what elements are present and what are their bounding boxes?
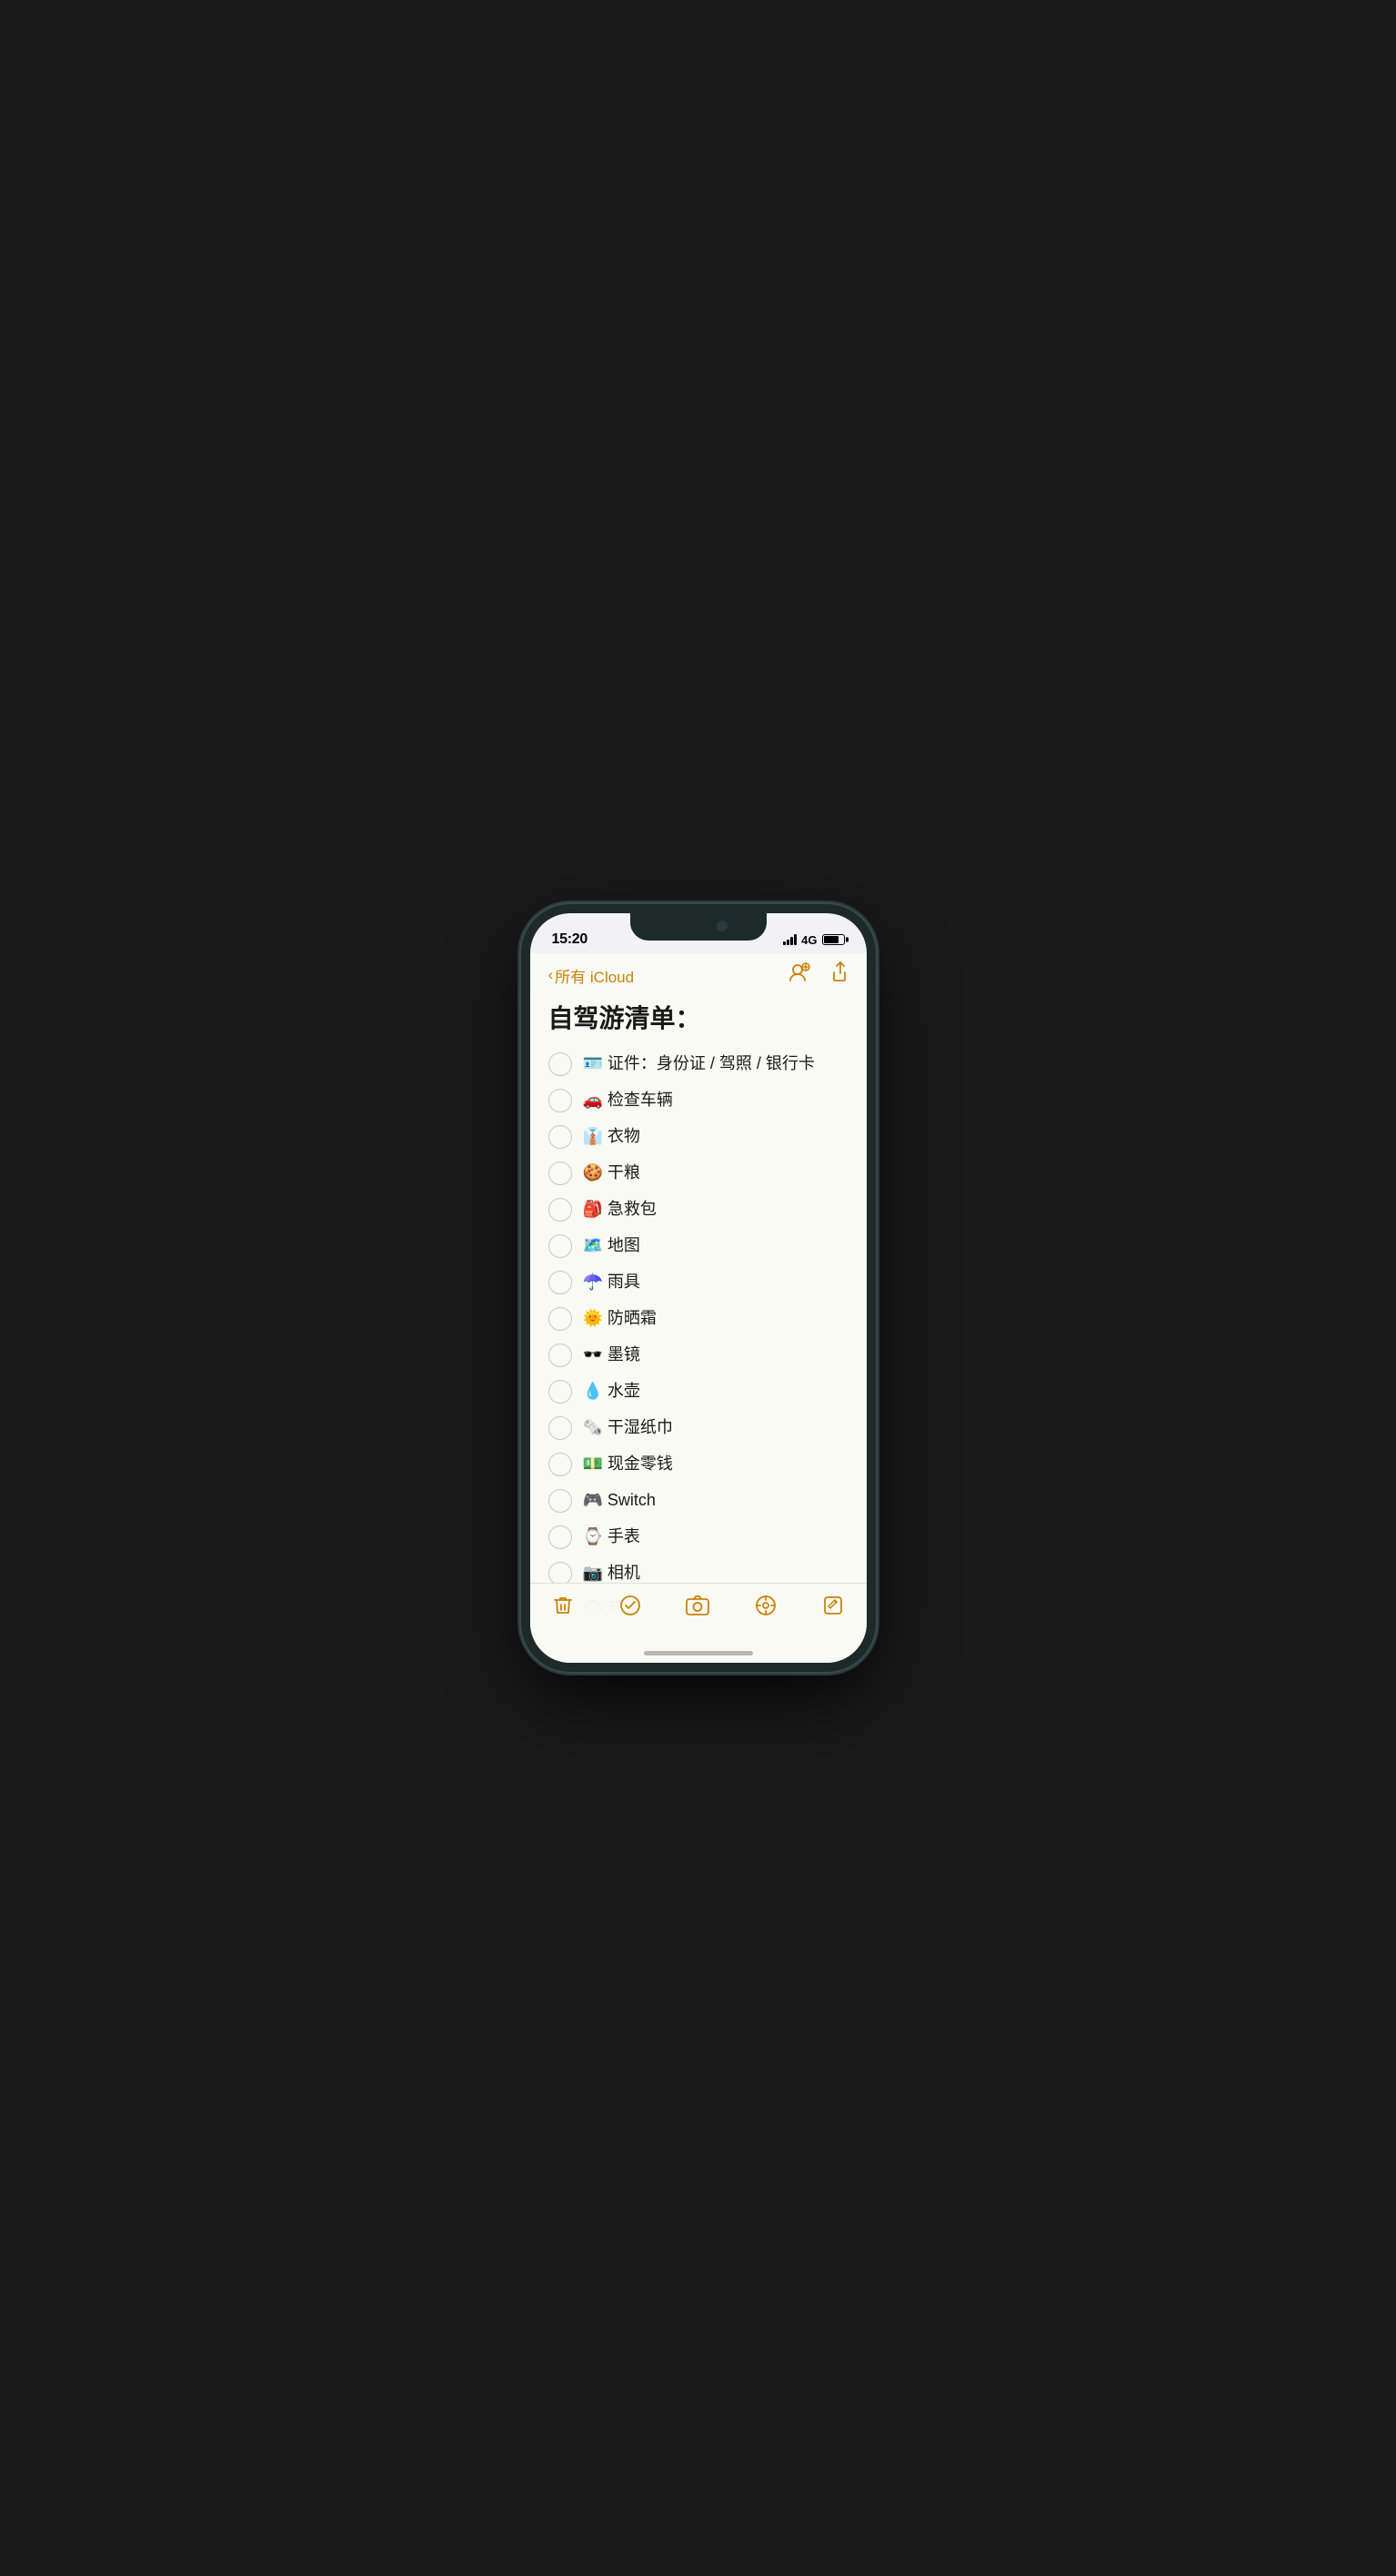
checklist-item: 🗺️ 地图 — [548, 1228, 849, 1264]
item-text-9: 💧 水壶 — [583, 1381, 640, 1402]
back-label: 所有 iCloud — [555, 964, 634, 987]
checklist-item: 💵 现金零钱 — [548, 1446, 849, 1483]
item-text-2: 👔 衣物 — [583, 1126, 640, 1147]
bar3 — [790, 937, 793, 945]
signal-bars — [783, 934, 797, 945]
bar4 — [794, 934, 797, 945]
item-text-3: 🍪 干粮 — [583, 1162, 640, 1183]
network-label: 4G — [801, 933, 817, 947]
nav-actions — [787, 961, 849, 990]
checklist-item: ☂️ 雨具 — [548, 1264, 849, 1301]
item-text-5: 🗺️ 地图 — [583, 1235, 640, 1256]
item-text-0: 🪪 证件：身份证 / 驾照 / 银行卡 — [583, 1053, 815, 1074]
checklist-item: 🚗 检查车辆 — [548, 1082, 849, 1119]
checklist-item: 🗞️ 干湿纸巾 — [548, 1410, 849, 1446]
status-time: 15:20 — [552, 931, 588, 948]
camera-button[interactable] — [686, 1595, 709, 1616]
back-chevron: ‹ — [548, 966, 554, 984]
bar1 — [783, 941, 786, 945]
checklist-item: 🌞 防晒霜 — [548, 1301, 849, 1337]
checklist-item: 💧 水壶 — [548, 1374, 849, 1410]
nav-bar: ‹ 所有 iCloud — [530, 953, 867, 993]
checkbox-11[interactable] — [548, 1453, 572, 1476]
item-text-8: 🕶️ 墨镜 — [583, 1344, 640, 1365]
note-title: 自驾游清单： — [530, 993, 867, 1046]
checklist-item: 🎮 Switch — [548, 1483, 849, 1519]
checklist-item: 🎒 急救包 — [548, 1192, 849, 1228]
checkbox-0[interactable] — [548, 1052, 572, 1076]
item-text-1: 🚗 检查车辆 — [583, 1090, 673, 1111]
checkbox-6[interactable] — [548, 1271, 572, 1294]
checkbox-4[interactable] — [548, 1198, 572, 1222]
bar2 — [787, 940, 789, 945]
item-text-7: 🌞 防晒霜 — [583, 1308, 657, 1329]
checklist-item: ⌚ 手表 — [548, 1519, 849, 1555]
checklist-item: 👔 衣物 — [548, 1119, 849, 1155]
app-content: ‹ 所有 iCloud — [530, 953, 867, 1663]
checklist-item: 🍪 干粮 — [548, 1155, 849, 1192]
checkbox-3[interactable] — [548, 1162, 572, 1185]
checkbox-1[interactable] — [548, 1089, 572, 1112]
checkbox-8[interactable] — [548, 1343, 572, 1367]
back-button[interactable]: ‹ 所有 iCloud — [548, 964, 635, 987]
camera-dot — [717, 921, 728, 931]
checkbox-7[interactable] — [548, 1307, 572, 1331]
battery — [822, 934, 845, 945]
item-text-6: ☂️ 雨具 — [583, 1272, 640, 1293]
checklist-area[interactable]: 🪪 证件：身份证 / 驾照 / 银行卡 🚗 检查车辆 👔 衣物 🍪 干粮 🎒 急救包 🗺️… — [530, 1046, 867, 1610]
share-icon[interactable] — [827, 961, 849, 989]
checklist-button[interactable] — [619, 1595, 641, 1616]
item-text-12: 🎮 Switch — [583, 1490, 656, 1511]
checkbox-10[interactable] — [548, 1416, 572, 1440]
battery-fill — [824, 936, 839, 943]
item-text-10: 🗞️ 干湿纸巾 — [583, 1417, 673, 1438]
add-collaborator-icon[interactable] — [787, 961, 810, 990]
phone-frame: 15:20 4G ‹ 所有 iCloud — [521, 904, 876, 1672]
home-indicator — [644, 1651, 753, 1655]
status-icons: 4G — [783, 933, 844, 947]
checklist-item: 🕶️ 墨镜 — [548, 1337, 849, 1374]
item-text-14: 📷 相机 — [583, 1563, 640, 1584]
checkbox-13[interactable] — [548, 1525, 572, 1549]
edit-button[interactable] — [822, 1595, 844, 1616]
checkbox-9[interactable] — [548, 1380, 572, 1404]
checkbox-5[interactable] — [548, 1234, 572, 1258]
delete-button[interactable] — [552, 1595, 574, 1616]
checklist-item: 🪪 证件：身份证 / 驾照 / 银行卡 — [548, 1046, 849, 1082]
item-text-11: 💵 现金零钱 — [583, 1454, 673, 1474]
item-text-13: ⌚ 手表 — [583, 1526, 640, 1547]
item-text-4: 🎒 急救包 — [583, 1199, 657, 1220]
notch — [630, 913, 767, 941]
checkbox-2[interactable] — [548, 1125, 572, 1149]
checkbox-12[interactable] — [548, 1489, 572, 1513]
location-button[interactable] — [755, 1595, 777, 1616]
screen: 15:20 4G ‹ 所有 iCloud — [530, 913, 867, 1663]
